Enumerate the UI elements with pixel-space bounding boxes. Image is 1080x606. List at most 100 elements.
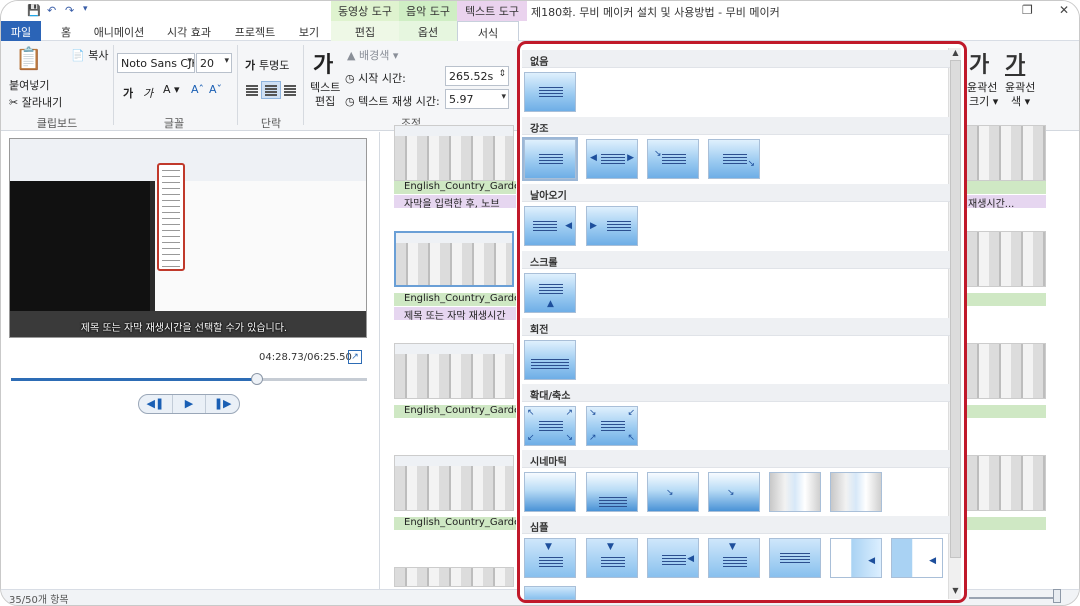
zoom-slider-knob[interactable]	[1053, 589, 1061, 603]
next-frame-icon[interactable]: ❚▶	[206, 395, 239, 413]
effect-cinematic-3[interactable]: ↘	[647, 472, 699, 512]
storyboard-clip-right[interactable]	[966, 231, 1046, 287]
outline-color-sub[interactable]: 색 ▾	[1011, 93, 1030, 109]
play-icon[interactable]: ▶	[173, 395, 207, 413]
close-icon[interactable]: ✕	[1059, 3, 1069, 17]
start-time-input[interactable]: 265.52s ⇕	[445, 66, 509, 86]
effect-simple-1[interactable]: ▼	[524, 538, 576, 578]
align-right-button[interactable]	[280, 81, 300, 99]
storyboard-clip[interactable]	[394, 567, 514, 587]
previous-frame-icon[interactable]: ◀❚	[139, 395, 173, 413]
storyboard-clip-right[interactable]	[966, 455, 1046, 511]
tab-home[interactable]: 홈	[49, 21, 83, 41]
scrollbar-thumb[interactable]	[950, 60, 961, 558]
effect-fly-in-right[interactable]: ▶	[586, 206, 638, 246]
tab-view[interactable]: 보기	[289, 21, 329, 41]
playback-controls: ◀❚ ▶ ❚▶	[138, 394, 240, 414]
font-family-select[interactable]: Noto Sans CJK ▾	[117, 53, 195, 73]
italic-button[interactable]: 가	[143, 85, 153, 101]
align-left-button[interactable]	[242, 81, 262, 99]
effect-scroll[interactable]: ▲	[524, 273, 576, 313]
outline-preview-icon[interactable]: 가	[969, 47, 989, 79]
effect-emphasis-3[interactable]: ↘	[647, 139, 699, 179]
font-color-button[interactable]: A ▾	[163, 83, 180, 96]
storyboard-clip-selected[interactable]	[394, 231, 514, 287]
expand-icon[interactable]: ↗	[348, 350, 362, 364]
effect-simple-7[interactable]: ◀	[891, 538, 943, 578]
category-cinematic: 시네마틱	[522, 450, 950, 468]
tab-animation[interactable]: 애니메이션	[87, 21, 151, 41]
outline-size-sub[interactable]: 크기 ▾	[969, 93, 998, 109]
copy-button[interactable]: 📄 복사	[71, 47, 108, 63]
tab-format[interactable]: 서식	[457, 21, 519, 41]
effect-simple-4[interactable]: ▼	[708, 538, 760, 578]
video-preview[interactable]	[9, 138, 367, 338]
paste-icon[interactable]: 📋	[15, 47, 42, 72]
effect-emphasis-2[interactable]: ◀ ▶	[586, 139, 638, 179]
undo-icon[interactable]: ↶	[47, 4, 56, 17]
tab-file[interactable]: 파일	[1, 21, 41, 41]
restore-icon[interactable]: ❐	[1022, 3, 1033, 17]
chevron-down-icon: ▾	[224, 56, 229, 66]
effect-simple-6[interactable]: ◀	[830, 538, 882, 578]
effect-simple-8[interactable]	[524, 586, 576, 600]
tab-options[interactable]: 옵션	[399, 21, 457, 41]
effect-none[interactable]	[524, 72, 576, 112]
storyboard-clip[interactable]	[394, 343, 514, 399]
scroll-down-icon[interactable]: ▼	[949, 586, 962, 595]
scissors-icon: ✂	[9, 96, 22, 109]
seek-bar-knob[interactable]	[250, 373, 263, 385]
effect-simple-3[interactable]: ◀	[647, 538, 699, 578]
storyboard-clip[interactable]	[394, 125, 514, 181]
shrink-font-icon[interactable]: Aˇ	[209, 83, 222, 96]
edit-text-label-2[interactable]: 편집	[315, 93, 335, 109]
text-caption[interactable]: 자막을 입력한 후, 노브	[394, 195, 516, 208]
bold-button[interactable]: 가	[123, 85, 133, 101]
effect-cinematic-4[interactable]: ↘	[708, 472, 760, 512]
effect-rotate[interactable]	[524, 340, 576, 380]
paste-button[interactable]: 붙여넣기	[9, 77, 49, 93]
effect-simple-5[interactable]	[769, 538, 821, 578]
effect-cinematic-6[interactable]	[830, 472, 882, 512]
context-group-video: 동영상 도구	[331, 1, 399, 21]
effect-zoom-out[interactable]: ↘ ↙ ↗ ↖	[586, 406, 638, 446]
category-simple: 심플	[522, 516, 950, 534]
cut-button[interactable]: ✂ 잘라내기	[9, 94, 62, 110]
scroll-up-icon[interactable]: ▲	[949, 48, 962, 57]
tab-edit[interactable]: 편집	[331, 21, 399, 41]
align-center-button[interactable]	[261, 81, 281, 99]
tab-visual-effects[interactable]: 시각 효과	[159, 21, 219, 41]
text-caption-right[interactable]: 재생시간...	[966, 195, 1046, 208]
storyboard-clip[interactable]	[394, 455, 514, 511]
storyboard-clip-right[interactable]	[966, 125, 1046, 181]
effect-emphasis-4[interactable]: ↘	[708, 139, 760, 179]
quick-access-dropdown-icon[interactable]: ▾	[83, 4, 88, 14]
duration-select[interactable]: 5.97 ▾	[445, 89, 509, 109]
text-caption-selected[interactable]: 제목 또는 자막 재생시간	[394, 307, 516, 320]
effect-cinematic-5[interactable]	[769, 472, 821, 512]
seek-bar[interactable]	[11, 373, 367, 385]
effect-simple-2[interactable]: ▼	[586, 538, 638, 578]
font-size-select[interactable]: 20 ▾	[196, 53, 232, 73]
grow-font-icon[interactable]: Aˆ	[191, 83, 204, 96]
effect-cinematic-1[interactable]	[524, 472, 576, 512]
transparency-button[interactable]: 가 투명도	[245, 57, 289, 73]
effect-cinematic-2[interactable]	[586, 472, 638, 512]
save-icon[interactable]: 💾	[27, 4, 41, 17]
outline-color-preview-icon[interactable]: 가	[1005, 47, 1025, 79]
storyboard-clip-right[interactable]	[966, 343, 1046, 399]
edit-text-icon[interactable]: 가	[313, 47, 333, 79]
effect-fly-in-left[interactable]: ◀	[524, 206, 576, 246]
clock-icon: ◷	[345, 72, 359, 85]
effect-emphasis-1[interactable]	[522, 137, 578, 181]
tab-project[interactable]: 프로젝트	[227, 21, 283, 41]
category-emphasis: 강조	[522, 117, 950, 135]
pane-divider[interactable]	[379, 132, 380, 589]
duration-text: 텍스트 재생 시간:	[358, 95, 440, 108]
effect-zoom-in[interactable]: ↖ ↗ ↙ ↘	[524, 406, 576, 446]
bg-color-button[interactable]: ▲ 배경색 ▾	[347, 47, 398, 63]
redo-icon[interactable]: ↷	[65, 4, 74, 17]
font-family-value: Noto Sans CJK	[121, 57, 195, 70]
clip-caption-right	[966, 517, 1046, 530]
zoom-slider[interactable]	[969, 597, 1059, 599]
